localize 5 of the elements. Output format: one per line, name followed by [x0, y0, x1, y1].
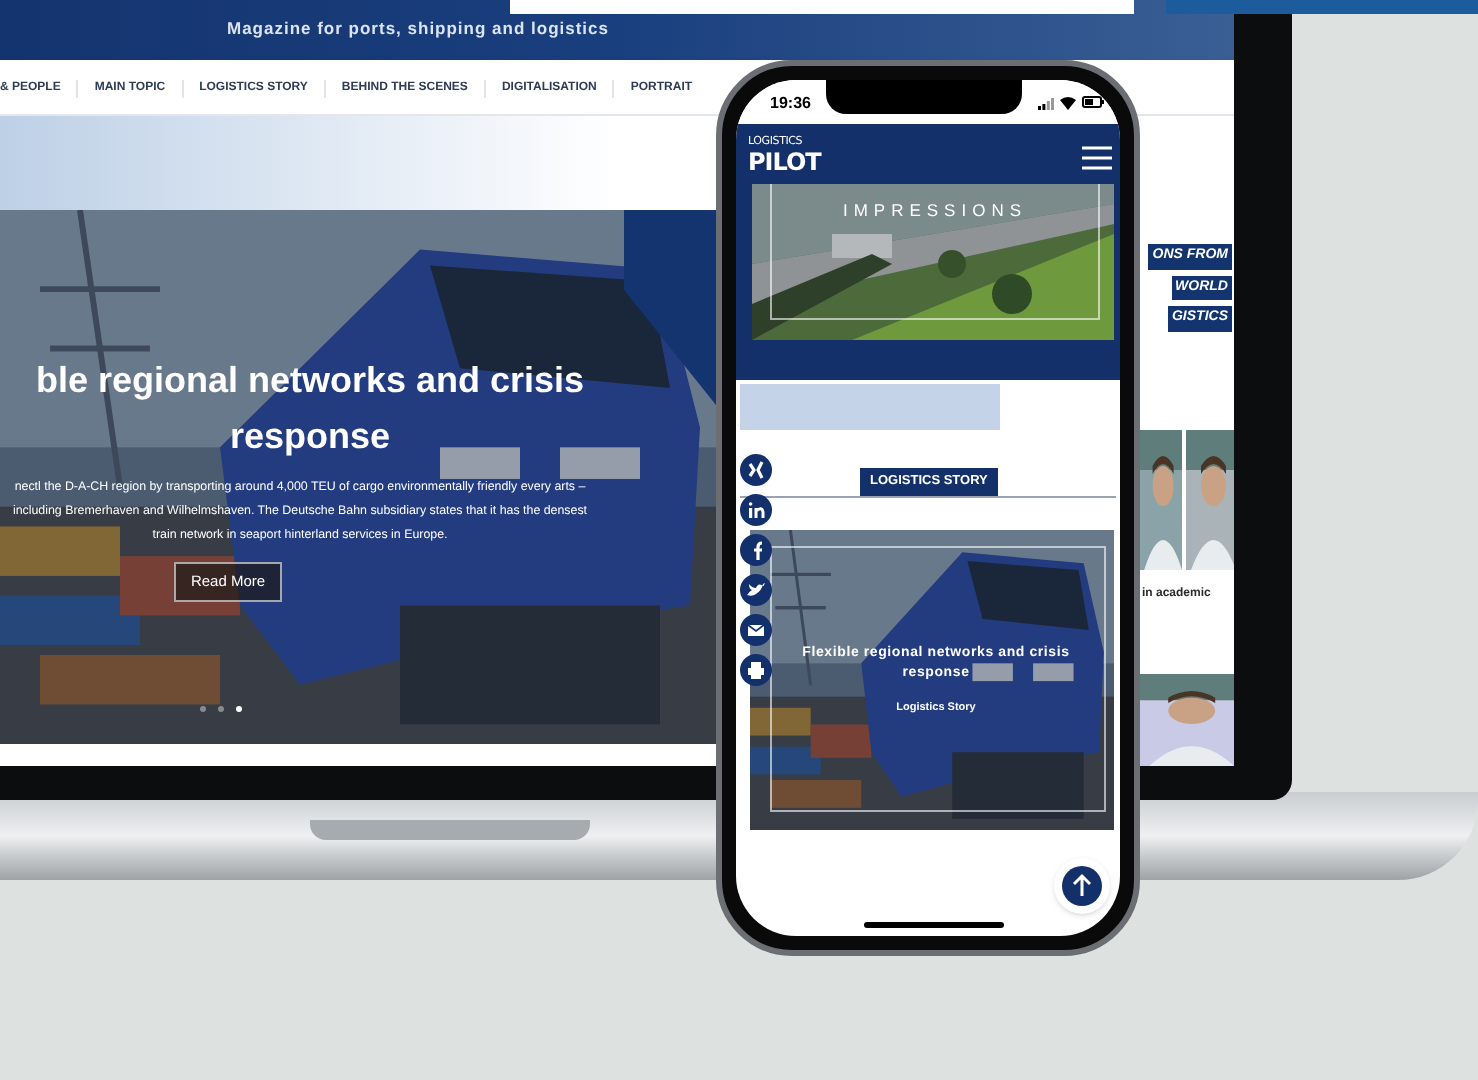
tagline: Magazine for ports, shipping and logistics: [224, 16, 611, 42]
hero-title: ble regional networks and crisis response: [33, 358, 587, 460]
banner-title: IMPRESSIONS: [840, 198, 1030, 224]
status-time: 19:36: [770, 92, 811, 116]
logo-text[interactable]: PILOT: [748, 149, 821, 173]
